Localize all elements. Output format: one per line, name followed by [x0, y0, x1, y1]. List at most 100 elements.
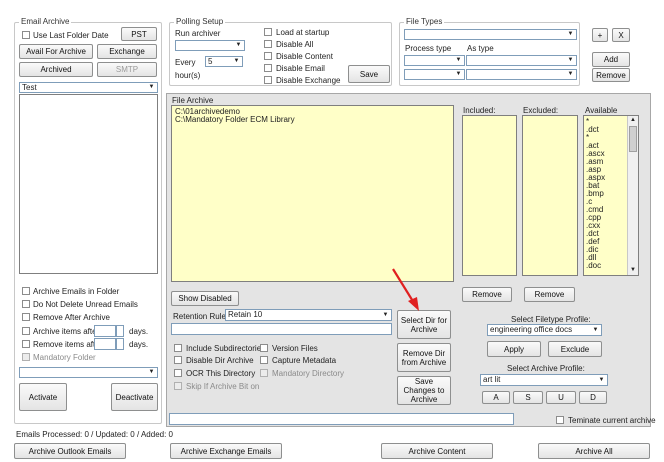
- file-types-select[interactable]: ▼: [404, 29, 577, 40]
- terminate-archive-checkbox[interactable]: [556, 416, 564, 424]
- chevron-down-icon[interactable]: ▼: [590, 325, 601, 335]
- remove-after-archive-label: Remove After Archive: [33, 313, 110, 322]
- load-at-startup-checkbox[interactable]: [264, 28, 272, 36]
- filetype-profile-value: engineering office docs: [490, 325, 573, 334]
- remove-items-after-checkbox[interactable]: [22, 340, 30, 348]
- available-list-scrollbar[interactable]: ▲ ▼: [627, 116, 638, 275]
- disable-email-checkbox[interactable]: [264, 64, 272, 72]
- disable-exchange-checkbox[interactable]: [264, 76, 272, 84]
- file-type-add-button[interactable]: Add: [592, 52, 630, 67]
- remove-items-after-label: Remove items after: [33, 340, 103, 349]
- remove-included-button[interactable]: Remove: [462, 287, 512, 302]
- ocr-this-directory-checkbox[interactable]: [174, 369, 182, 377]
- chevron-down-icon[interactable]: ▼: [453, 70, 464, 79]
- run-archiver-select[interactable]: ▼: [175, 40, 245, 51]
- scroll-down-icon[interactable]: ▼: [628, 266, 638, 275]
- retention-rule-select[interactable]: Retain 10 ▼: [225, 309, 392, 321]
- available-item[interactable]: .bmp: [586, 190, 626, 198]
- as-type-select-2[interactable]: ▼: [466, 69, 577, 80]
- archive-items-after-spinner[interactable]: [116, 325, 124, 337]
- chevron-down-icon[interactable]: ▼: [146, 368, 157, 377]
- chevron-down-icon[interactable]: ▼: [565, 30, 576, 39]
- remove-dir-button[interactable]: Remove Dir from Archive: [397, 343, 451, 372]
- available-label: Available: [585, 106, 618, 115]
- profile-s-button[interactable]: S: [513, 391, 543, 404]
- mandatory-folder-checkbox[interactable]: [22, 353, 30, 361]
- available-item[interactable]: .dct: [586, 126, 626, 134]
- chevron-down-icon[interactable]: ▼: [565, 70, 576, 79]
- avail-for-archive-button[interactable]: Avail For Archive: [19, 44, 93, 59]
- show-disabled-button[interactable]: Show Disabled: [171, 291, 239, 306]
- scroll-up-icon[interactable]: ▲: [628, 116, 638, 125]
- version-files-checkbox[interactable]: [260, 344, 268, 352]
- chevron-down-icon[interactable]: ▼: [231, 57, 242, 66]
- archive-outlook-emails-button[interactable]: Archive Outlook Emails: [14, 443, 126, 459]
- excluded-list[interactable]: [522, 115, 578, 276]
- profile-u-button[interactable]: U: [546, 391, 576, 404]
- chevron-down-icon[interactable]: ▼: [233, 41, 244, 50]
- include-subdirectories-checkbox[interactable]: [174, 344, 182, 352]
- retention-rule-value: Retain 10: [228, 310, 263, 319]
- smtp-button[interactable]: SMTP: [97, 62, 157, 77]
- archive-profile-value: art lit: [483, 375, 501, 384]
- annotation-arrow-icon: [392, 268, 419, 311]
- archive-emails-in-folder-checkbox[interactable]: [22, 287, 30, 295]
- deactivate-button[interactable]: Deactivate: [111, 383, 158, 411]
- exchange-button[interactable]: Exchange: [97, 44, 157, 59]
- every-label: Every: [175, 58, 196, 67]
- retention-description-field[interactable]: [171, 323, 392, 335]
- scroll-thumb[interactable]: [629, 126, 637, 152]
- skip-archive-bit-checkbox[interactable]: [174, 382, 182, 390]
- file-type-remove-button[interactable]: Remove: [592, 68, 630, 82]
- save-changes-button[interactable]: Save Changes to Archive: [397, 376, 451, 405]
- disable-email-label: Disable Email: [276, 64, 325, 73]
- directory-item[interactable]: C:\Mandatory Folder ECM Library: [175, 116, 450, 124]
- as-type-select-1[interactable]: ▼: [466, 55, 577, 66]
- archived-button[interactable]: Archived: [19, 62, 93, 77]
- disable-content-checkbox[interactable]: [264, 52, 272, 60]
- remove-excluded-button[interactable]: Remove: [524, 287, 575, 302]
- remove-after-archive-checkbox[interactable]: [22, 313, 30, 321]
- filetype-profile-select[interactable]: engineering office docs ▼: [487, 324, 602, 336]
- disable-all-checkbox[interactable]: [264, 40, 272, 48]
- disable-dir-archive-checkbox[interactable]: [174, 356, 182, 364]
- archive-exchange-emails-button[interactable]: Archive Exchange Emails: [170, 443, 282, 459]
- chevron-down-icon[interactable]: ▼: [596, 375, 607, 385]
- available-item[interactable]: .doc: [586, 262, 626, 270]
- chevron-down-icon[interactable]: ▼: [565, 56, 576, 65]
- mailbox-select[interactable]: Test ▼: [19, 82, 158, 93]
- remove-items-after-input[interactable]: [94, 338, 116, 350]
- archive-directory-list[interactable]: C:\01archivedemo C:\Mandatory Folder ECM…: [171, 105, 454, 282]
- email-archive-title: Email Archive: [19, 17, 72, 26]
- profile-a-button[interactable]: A: [482, 391, 510, 404]
- every-select-value: 5: [208, 57, 213, 66]
- polling-save-button[interactable]: Save: [348, 65, 390, 83]
- add-profile-plus-button[interactable]: +: [592, 28, 608, 42]
- delete-profile-x-button[interactable]: X: [612, 28, 630, 42]
- use-last-folder-date-checkbox[interactable]: [22, 31, 30, 39]
- retention-folder-select[interactable]: ▼: [19, 367, 158, 378]
- status-text: Emails Processed: 0 / Updated: 0 / Added…: [16, 430, 173, 439]
- archive-items-after-checkbox[interactable]: [22, 327, 30, 335]
- every-select[interactable]: 5 ▼: [205, 56, 243, 67]
- archive-items-after-input[interactable]: [94, 325, 116, 337]
- chevron-down-icon[interactable]: ▼: [453, 56, 464, 65]
- activate-button[interactable]: Activate: [19, 383, 67, 411]
- included-list[interactable]: [462, 115, 517, 276]
- capture-metadata-checkbox[interactable]: [260, 356, 268, 364]
- remove-items-after-spinner[interactable]: [116, 338, 124, 350]
- profile-d-button[interactable]: D: [579, 391, 607, 404]
- archive-all-button[interactable]: Archive All: [538, 443, 650, 459]
- mandatory-directory-checkbox[interactable]: [260, 369, 268, 377]
- pst-button[interactable]: PST: [121, 27, 157, 41]
- do-not-delete-unread-checkbox[interactable]: [22, 300, 30, 308]
- apply-button[interactable]: Apply: [487, 341, 541, 357]
- chevron-down-icon[interactable]: ▼: [146, 83, 157, 92]
- archive-progress-bar: [169, 413, 514, 425]
- process-type-select-1[interactable]: ▼: [404, 55, 465, 66]
- exclude-button[interactable]: Exclude: [548, 341, 602, 357]
- email-folder-list[interactable]: [19, 94, 158, 274]
- archive-profile-select[interactable]: art lit ▼: [480, 374, 608, 386]
- archive-content-button[interactable]: Archive Content: [381, 443, 493, 459]
- process-type-select-2[interactable]: ▼: [404, 69, 465, 80]
